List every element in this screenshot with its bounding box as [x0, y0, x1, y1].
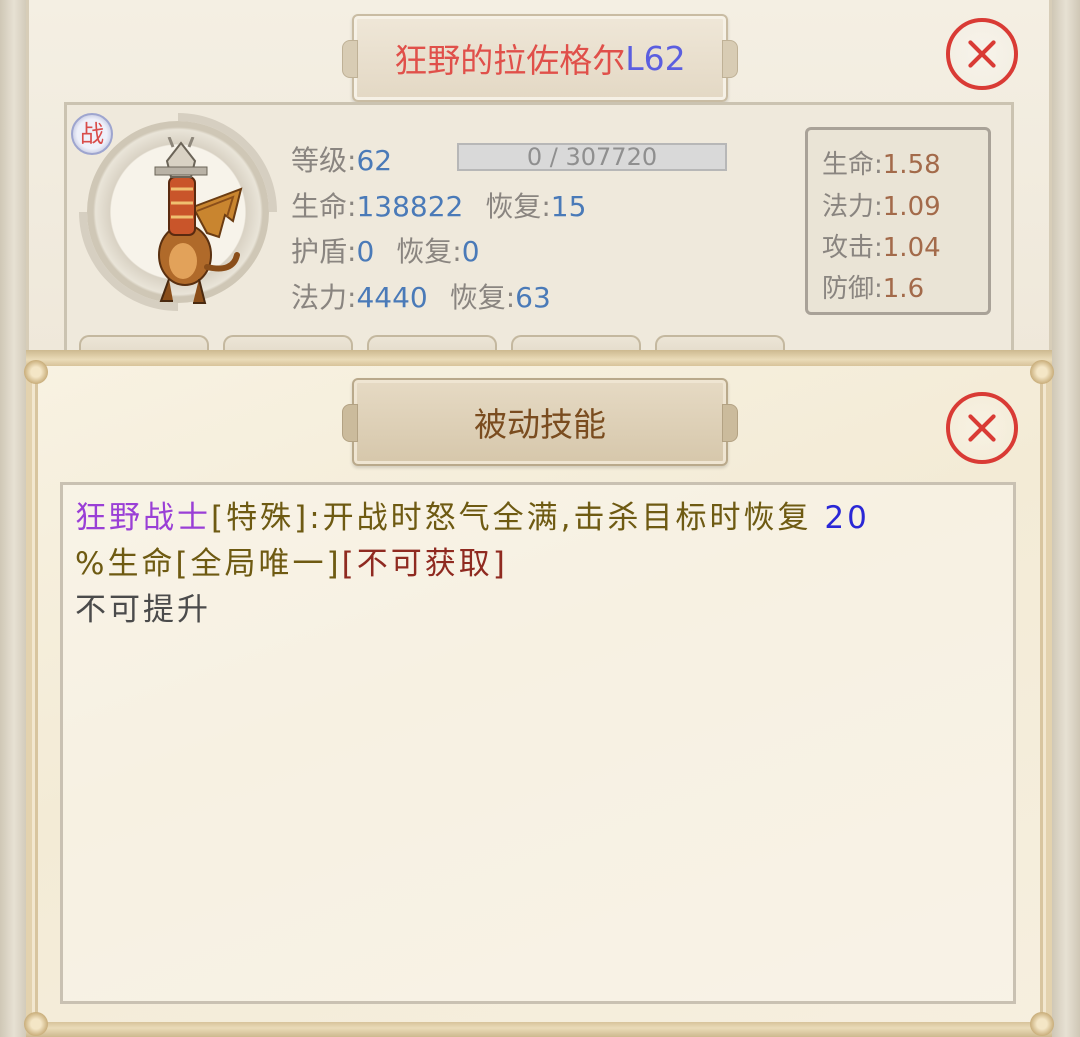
close-x-icon — [968, 414, 996, 442]
growth-hp-value: 1.58 — [882, 150, 941, 180]
skill-desc-text-1: :开战时怒气全满,击杀目标时恢复 — [309, 500, 812, 536]
close-skill-button[interactable] — [946, 392, 1018, 464]
skill-description: 狂野战士[特殊]:开战时怒气全满,击杀目标时恢复 20 %生命[全局唯一][不可… — [75, 495, 1001, 587]
skill-window-title: 被动技能 — [474, 405, 606, 444]
growth-atk-row: 攻击:1.04 — [822, 227, 941, 264]
hp-regen-label: 恢复: — [485, 190, 551, 223]
pet-title-plaque: 狂野的拉佐格尔 L62 — [342, 14, 738, 102]
pet-stats-box: 战 等级:62 0 / 307720 生命:138822 恢复:15 护盾:0 … — [64, 102, 1014, 375]
shield-regen-value: 0 — [461, 235, 480, 268]
experience-bar: 0 / 307720 — [457, 143, 727, 171]
growth-mp-label: 法力: — [822, 192, 883, 222]
hp-row: 生命:138822 恢复:15 — [291, 185, 586, 225]
close-x-icon — [968, 40, 996, 68]
battle-status-badge: 战 — [71, 113, 113, 155]
shield-row: 护盾:0 恢复:0 — [291, 230, 480, 270]
growth-mp-row: 法力:1.09 — [822, 186, 941, 223]
mp-value: 4440 — [356, 281, 428, 314]
mp-row: 法力:4440 恢复:63 — [291, 276, 551, 316]
pet-name: 狂野的拉佐格尔 — [394, 41, 626, 80]
hp-value: 138822 — [356, 190, 464, 223]
skill-description-box: 狂野战士[特殊]:开战时怒气全满,击杀目标时恢复 20 %生命[全局唯一][不可… — [60, 482, 1016, 1004]
mp-label: 法力: — [291, 281, 357, 314]
corner-ornament-br — [1030, 1012, 1054, 1036]
hp-regen-value: 15 — [550, 190, 587, 223]
hp-label: 生命: — [291, 190, 357, 223]
mp-regen-label: 恢复: — [449, 281, 516, 314]
growth-rates-box: 生命:1.58 法力:1.09 攻击:1.04 防御:1.6 — [805, 127, 991, 315]
skill-title-plaque: 被动技能 — [342, 378, 738, 466]
scroll-bottom-edge — [26, 1022, 1052, 1037]
pet-level-tag: L62 — [625, 38, 686, 78]
skill-type-tag: [特殊] — [211, 500, 310, 536]
scroll-top-edge — [26, 350, 1052, 366]
corner-ornament-bl — [24, 1012, 48, 1036]
skill-desc-text-2: %生命[全局唯一] — [75, 546, 342, 582]
growth-mp-value: 1.09 — [882, 192, 941, 222]
frame-right — [1052, 0, 1080, 1037]
growth-atk-label: 攻击: — [822, 233, 883, 263]
level-label: 等级: — [291, 144, 357, 177]
level-row: 等级:62 — [291, 139, 392, 179]
shield-value: 0 — [356, 235, 375, 268]
corner-ornament-tl — [24, 360, 48, 384]
mp-regen-value: 63 — [515, 281, 551, 314]
growth-hp-row: 生命:1.58 — [822, 144, 941, 181]
level-value: 62 — [356, 144, 393, 177]
growth-atk-value: 1.04 — [882, 233, 941, 263]
dragon-pet-portrait[interactable] — [133, 137, 245, 309]
shield-regen-label: 恢复: — [396, 235, 462, 268]
upgrade-note: 不可提升 — [75, 592, 211, 628]
skill-name: 狂野战士 — [75, 500, 211, 536]
growth-hp-label: 生命: — [822, 150, 883, 180]
game-screen: 狂野的拉佐格尔 L62 战 等级:62 0 / 307720 生命:138822… — [0, 0, 1080, 1037]
shield-label: 护盾: — [291, 235, 357, 268]
frame-left — [0, 0, 28, 1037]
close-pet-info-button[interactable] — [946, 18, 1018, 90]
growth-def-row: 防御:1.6 — [822, 268, 924, 305]
growth-def-value: 1.6 — [882, 274, 925, 304]
growth-def-label: 防御: — [822, 274, 883, 304]
not-obtainable-tag: [不可获取] — [341, 546, 508, 582]
corner-ornament-tr — [1030, 360, 1054, 384]
skill-desc-number: 20 — [824, 500, 870, 536]
